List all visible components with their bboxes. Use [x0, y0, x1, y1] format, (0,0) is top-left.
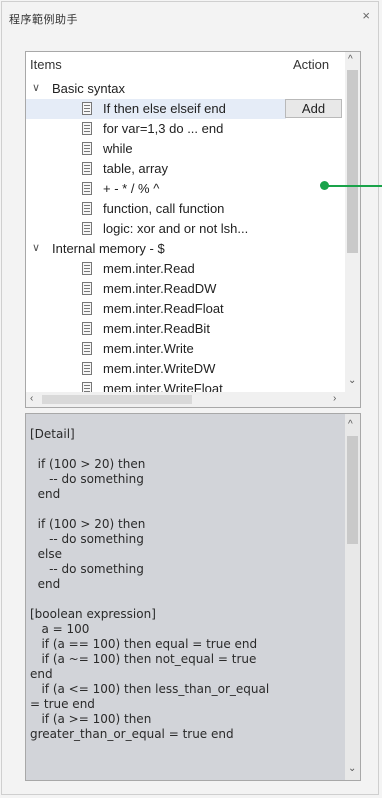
scroll-left-icon[interactable]: ‹: [30, 394, 33, 404]
tree-item-label: table, array: [103, 161, 169, 176]
tree-body: ∨ Basic syntax If then else elseif end Add f…: [26, 79, 346, 396]
tree-item-row[interactable]: for var=1,3 do ... end: [26, 119, 346, 139]
scroll-right-icon[interactable]: ›: [333, 394, 336, 404]
tree-item-row[interactable]: + - * / % ^: [26, 179, 346, 199]
document-icon: [82, 282, 92, 295]
document-icon: [82, 182, 92, 195]
document-icon: [82, 262, 92, 275]
column-header-items[interactable]: Items: [30, 57, 62, 72]
tree-group-label: Internal memory - $: [52, 241, 165, 256]
scroll-up-icon[interactable]: ^: [348, 420, 353, 430]
document-icon: [82, 222, 92, 235]
chevron-down-icon[interactable]: ∨: [32, 241, 40, 254]
tree-vertical-scroll-thumb[interactable]: [347, 70, 358, 253]
tree-item-label: function, call function: [103, 201, 225, 216]
tree-item-label: mem.inter.ReadBit: [103, 321, 210, 336]
scroll-up-icon[interactable]: ^: [348, 55, 353, 65]
tree-group-row[interactable]: ∨ Internal memory - $: [26, 239, 346, 259]
tree-item-label: for var=1,3 do ... end: [103, 121, 224, 136]
detail-text[interactable]: [Detail] if (100 > 20) then -- do someth…: [30, 427, 346, 742]
tree-item-label: mem.inter.WriteDW: [103, 361, 216, 376]
helper-window: 程序範例助手 × Items Action ∨ Basic syntax If th…: [1, 1, 379, 795]
close-icon[interactable]: ×: [362, 9, 370, 22]
tree-item-row[interactable]: while: [26, 139, 346, 159]
tree-item-row[interactable]: mem.inter.ReadFloat: [26, 299, 346, 319]
items-tree-panel: Items Action ∨ Basic syntax If then else e…: [25, 51, 361, 408]
tree-group-row[interactable]: ∨ Basic syntax: [26, 79, 346, 99]
detail-vertical-scrollbar[interactable]: ^ ⌄: [345, 414, 360, 780]
tree-item-label: mem.inter.ReadDW: [103, 281, 217, 296]
document-icon: [82, 342, 92, 355]
tree-item-row[interactable]: mem.inter.WriteDW: [26, 359, 346, 379]
detail-panel[interactable]: [Detail] if (100 > 20) then -- do someth…: [25, 413, 361, 781]
chevron-down-icon[interactable]: ∨: [32, 81, 40, 94]
tree-header: Items Action: [26, 52, 346, 76]
tree-item-row[interactable]: mem.inter.ReadBit: [26, 319, 346, 339]
document-icon: [82, 142, 92, 155]
title-bar[interactable]: 程序範例助手 ×: [2, 2, 378, 32]
tree-item-row[interactable]: table, array: [26, 159, 346, 179]
tree-vertical-scrollbar[interactable]: ^ ⌄: [345, 52, 360, 393]
document-icon: [82, 202, 92, 215]
scroll-down-icon[interactable]: ⌄: [348, 376, 356, 386]
tree-item-row[interactable]: If then else elseif end Add: [26, 99, 346, 119]
tree-item-label: mem.inter.Write: [103, 341, 194, 356]
tree-item-label: mem.inter.Read: [103, 261, 195, 276]
tree-item-row[interactable]: function, call function: [26, 199, 346, 219]
tree-item-row[interactable]: mem.inter.Read: [26, 259, 346, 279]
detail-vertical-scroll-thumb[interactable]: [347, 436, 358, 544]
window-title: 程序範例助手: [9, 14, 78, 26]
tree-item-label: logic: xor and or not lsh...: [103, 221, 249, 236]
document-icon: [82, 102, 92, 115]
column-header-action[interactable]: Action: [293, 57, 329, 72]
tree-item-label: while: [103, 141, 133, 156]
document-icon: [82, 322, 92, 335]
tree-group-label: Basic syntax: [52, 81, 125, 96]
tree-horizontal-scroll-thumb[interactable]: [42, 395, 192, 404]
tree-item-row[interactable]: logic: xor and or not lsh...: [26, 219, 346, 239]
callout-marker-line: [328, 185, 382, 187]
document-icon: [82, 162, 92, 175]
tree-item-label: If then else elseif end: [103, 101, 226, 116]
tree-item-row[interactable]: mem.inter.Write: [26, 339, 346, 359]
document-icon: [82, 362, 92, 375]
document-icon: [82, 302, 92, 315]
tree-item-label: mem.inter.ReadFloat: [103, 301, 224, 316]
tree-item-row[interactable]: mem.inter.ReadDW: [26, 279, 346, 299]
document-icon: [82, 122, 92, 135]
tree-horizontal-scrollbar[interactable]: ‹ ›: [26, 392, 347, 407]
scrollbar-corner: [345, 392, 360, 407]
add-button[interactable]: Add: [285, 99, 342, 118]
tree-item-label: + - * / % ^: [103, 181, 160, 196]
scroll-down-icon[interactable]: ⌄: [348, 764, 356, 774]
